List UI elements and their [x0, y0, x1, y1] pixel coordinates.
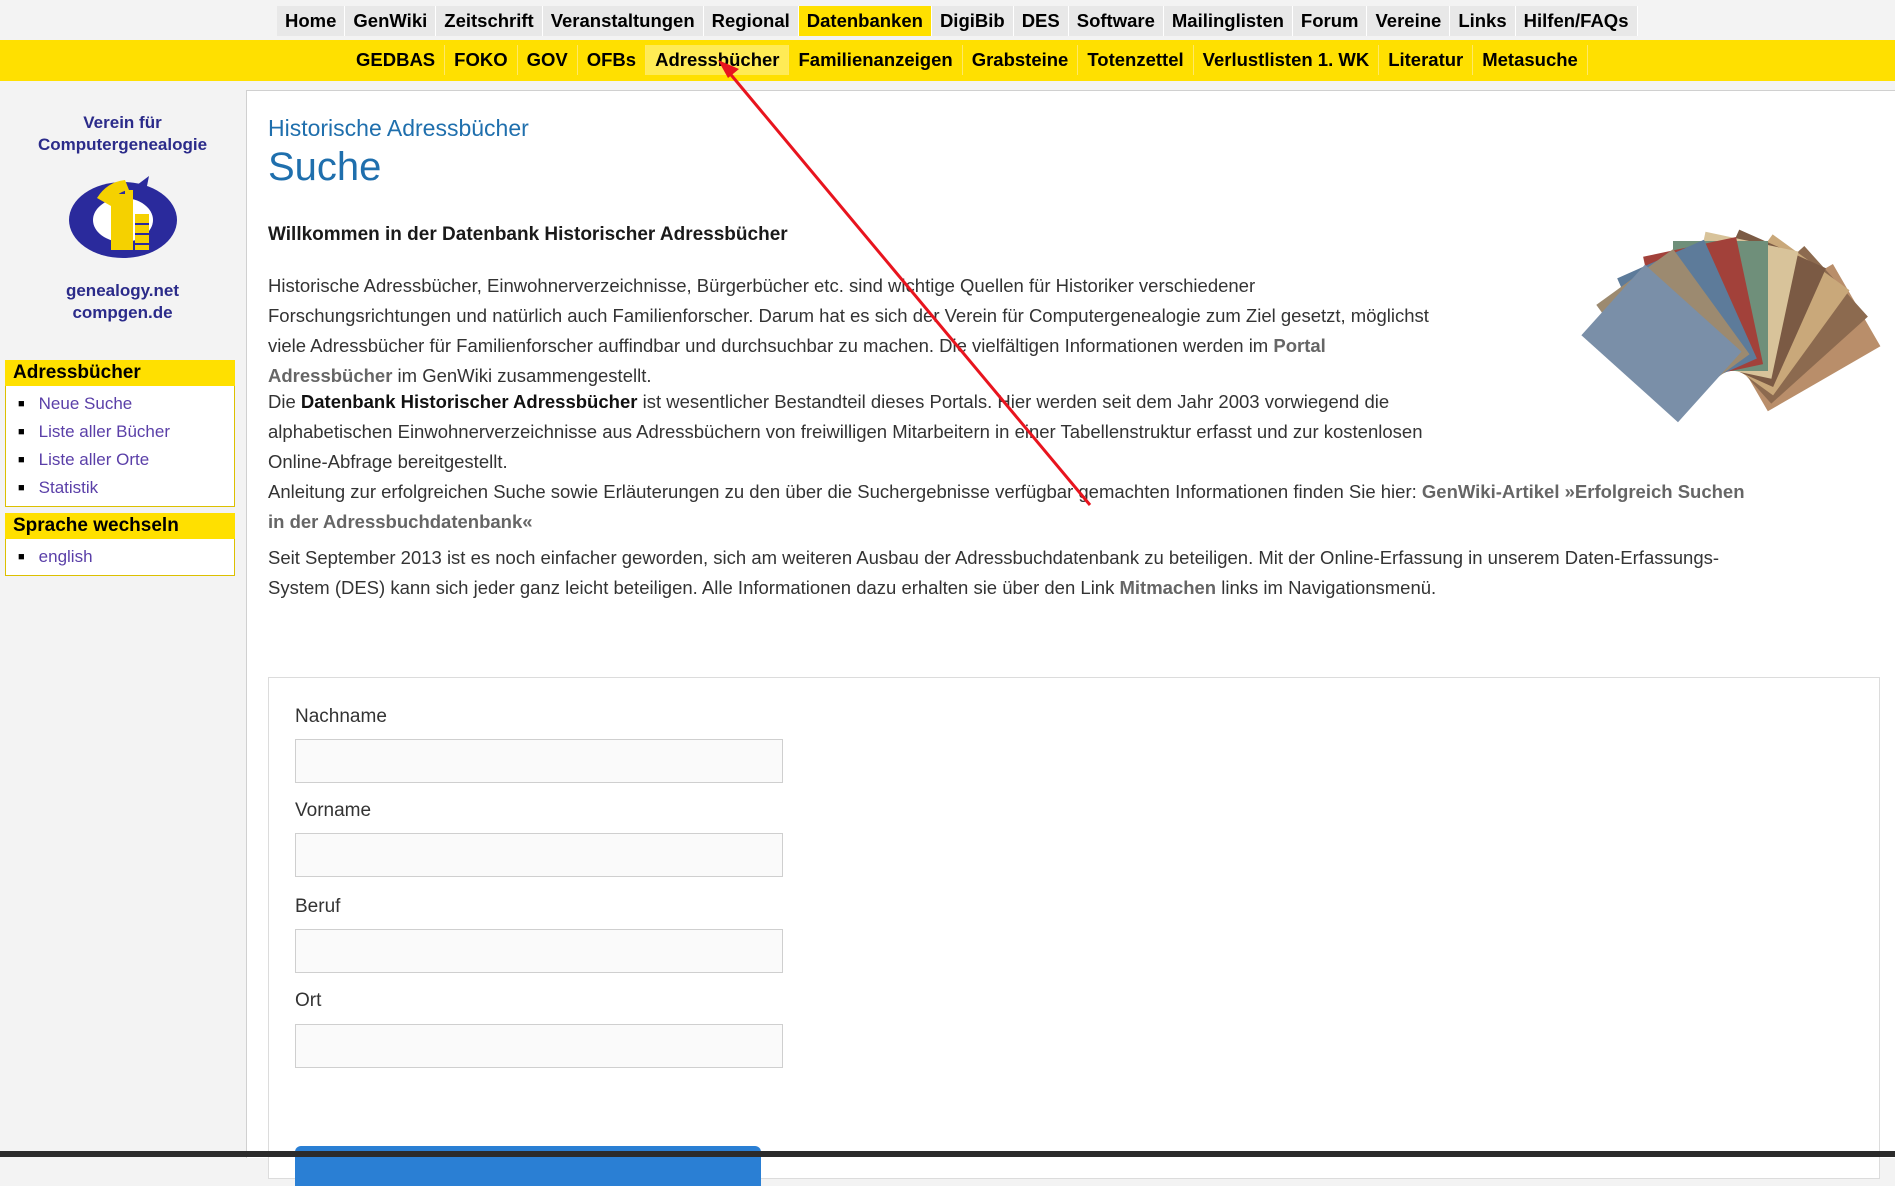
nav-item-veranstaltungen[interactable]: Veranstaltungen [542, 6, 704, 36]
logo-title-line-2: Computergenealogie [37, 135, 208, 154]
database-menu: GEDBAS FOKO GOV OFBs Adressbücher Familienanz… [347, 45, 1588, 75]
guide-line: Anleitung zur erfolgreichen Suche sowie … [268, 481, 1745, 502]
genwiki-article-link-cont[interactable]: in der Adressbuchdatenbank« [268, 511, 533, 532]
sidebar-item-neue-suche[interactable]: ■ Neue Suche [6, 390, 234, 418]
bullet-icon: ■ [18, 426, 25, 439]
compgen-logo-icon [68, 176, 177, 258]
subnav-item-familienanzeigen[interactable]: Familienanzeigen [789, 45, 963, 75]
portal-link[interactable]: Portal [1273, 335, 1325, 356]
db-line: alphabetischen Einwohnerverzeichnisse au… [268, 421, 1423, 442]
top-navigation: Home GenWiki Zeitschrift Veranstaltungen Reg… [0, 0, 1895, 40]
sidebar-item-english[interactable]: ■ english [6, 543, 234, 571]
subnav-item-ofbs[interactable]: OFBs [578, 45, 647, 75]
logo[interactable]: Verein für Computergenealogie genealogy.… [0, 112, 245, 324]
welcome-heading: Willkommen in der Datenbank Historischer… [268, 224, 788, 245]
nav-item-mailinglisten[interactable]: Mailinglisten [1163, 6, 1293, 36]
db-line: Die Datenbank Historischer Adressbücher … [268, 391, 1390, 412]
nav-item-forum[interactable]: Forum [1292, 6, 1368, 36]
main-menu: Home GenWiki Zeitschrift Veranstaltungen Reg… [277, 6, 1638, 36]
intro-line: viele Adressbücher für Familienforscher … [268, 335, 1326, 356]
language-menu: ■ english [5, 539, 235, 577]
participate-line: System (DES) kann sich jeder ganz leicht… [268, 577, 1437, 598]
main-content: Historische Adressbücher Suche Willkomme… [246, 90, 1895, 1186]
page-title: Suche [268, 145, 382, 189]
sidebar-item-statistik[interactable]: ■ Statistik [6, 474, 234, 502]
nav-item-digibib[interactable]: DigiBib [931, 6, 1014, 36]
logo-title-line-1: Verein für [83, 113, 162, 132]
intro-line: Forschungsrichtungen und natürlich auch … [268, 305, 1429, 326]
nachname-label: Nachname [295, 706, 387, 727]
portal-link-cont[interactable]: Adressbücher [268, 365, 392, 386]
nav-item-des[interactable]: DES [1013, 6, 1069, 36]
sidebar-item-liste-aller-orte[interactable]: ■ Liste aller Orte [6, 446, 234, 474]
sidebar-item-label: Statistik [38, 478, 99, 498]
sidebar-item-liste-aller-b-cher[interactable]: ■ Liste aller Bücher [6, 418, 234, 446]
sidebar-item-label: Neue Suche [38, 394, 133, 413]
guide-paragraph: Anleitung zur erfolgreichen Suche sowie … [268, 477, 1888, 537]
participate-paragraph: Seit September 2013 ist es noch einfache… [268, 543, 1888, 603]
guide-line: in der Adressbuchdatenbank« [268, 507, 1888, 537]
vorname-input[interactable] [295, 833, 783, 877]
subnav-item-gov[interactable]: GOV [518, 45, 578, 75]
nachname-input[interactable] [295, 739, 783, 783]
nav-divider [0, 78, 1895, 81]
breadcrumb[interactable]: Historische Adressbücher [268, 115, 529, 142]
ort-label: Ort [295, 990, 322, 1011]
nav-item-software[interactable]: Software [1068, 6, 1164, 36]
sidebar-box-language: Sprache wechseln ■ english [5, 513, 235, 577]
nav-item-genwiki[interactable]: GenWiki [345, 6, 437, 36]
taskbar-edge [0, 1151, 1895, 1157]
bullet-icon: ■ [18, 482, 25, 495]
nav-item-zeitschrift[interactable]: Zeitschrift [436, 6, 543, 36]
sidebar-box-adressbuecher: Adressbücher ■ Neue Suche ■ Liste aller Büc… [5, 360, 235, 508]
sidebar-item-label: Liste aller Orte [38, 450, 150, 470]
bullet-icon: ■ [18, 551, 25, 564]
subnav-item-totenzettel[interactable]: Totenzettel [1078, 45, 1194, 75]
subnav-item-literatur[interactable]: Literatur [1379, 45, 1474, 75]
logo-domain-2: compgen.de [72, 303, 173, 322]
subnav-item-verlustlisten-1-wk[interactable]: Verlustlisten 1. WK [1194, 45, 1380, 75]
vorname-label: Vorname [295, 800, 372, 821]
beruf-input[interactable] [295, 929, 783, 973]
nav-item-hilfen-faqs[interactable]: Hilfen/FAQs [1515, 6, 1638, 36]
address-books-image [1581, 229, 1881, 423]
genwiki-article-link[interactable]: GenWiki-Artikel »Erfolgreich Suchen [1422, 481, 1745, 502]
subnav-item-metasuche[interactable]: Metasuche [1473, 45, 1588, 75]
sidebar-item-label: Liste aller Bücher [38, 422, 170, 442]
intro-paragraph: Historische Adressbücher, Einwohnerverze… [268, 271, 1429, 391]
bullet-icon: ■ [18, 398, 25, 411]
sidebar-box-title: Sprache wechseln [5, 513, 235, 539]
search-form: Nachname Vorname Beruf Ort [268, 677, 1880, 1186]
logo-domain-1: genealogy.net [65, 281, 180, 300]
ort-input[interactable] [295, 1024, 783, 1068]
mitmachen-link[interactable]: Mitmachen [1119, 577, 1216, 598]
sidebar-menu: ■ Neue Suche ■ Liste aller Bücher ■ Liste all… [5, 386, 235, 508]
sidebar-item-label: english [38, 547, 93, 566]
sub-navigation: GEDBAS FOKO GOV OFBs Adressbücher Familienanz… [0, 40, 1895, 78]
nav-item-regional[interactable]: Regional [703, 6, 799, 36]
participate-line: Seit September 2013 ist es noch einfache… [268, 547, 1720, 568]
subnav-item-gedbas[interactable]: GEDBAS [347, 45, 446, 75]
subnav-item-grabsteine[interactable]: Grabsteine [963, 45, 1079, 75]
subnav-item-foko[interactable]: FOKO [445, 45, 518, 75]
database-paragraph: Die Datenbank Historischer Adressbücher … [268, 387, 1423, 477]
beruf-label: Beruf [295, 896, 341, 917]
sidebar-box-title: Adressbücher [5, 360, 235, 386]
nav-item-home[interactable]: Home [277, 6, 346, 36]
nav-item-links[interactable]: Links [1450, 6, 1516, 36]
subnav-item-adressb-cher[interactable]: Adressbücher [646, 45, 790, 75]
db-line: Online-Abfrage bereitgestellt. [268, 451, 508, 472]
nav-item-vereine[interactable]: Vereine [1367, 6, 1451, 36]
bullet-icon: ■ [18, 454, 25, 467]
intro-line: Historische Adressbücher, Einwohnerverze… [268, 275, 1256, 296]
nav-item-datenbanken[interactable]: Datenbanken [798, 6, 932, 36]
